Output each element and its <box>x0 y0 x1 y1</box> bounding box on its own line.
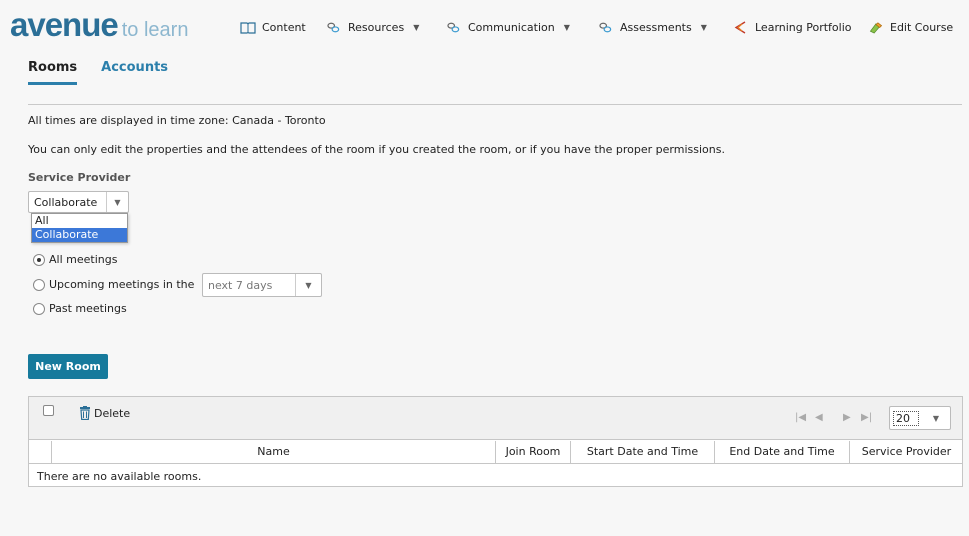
permissions-note: You can only edit the properties and the… <box>28 143 725 156</box>
filter-upcoming[interactable]: Upcoming meetings in the <box>33 278 194 291</box>
nav-assessments[interactable]: Assessments ▼ <box>598 21 707 34</box>
delete-button[interactable]: Delete <box>79 406 130 420</box>
chain-link-icon <box>599 22 612 33</box>
dropdown-option-collaborate[interactable]: Collaborate <box>32 228 127 242</box>
empty-rooms-message: There are no available rooms. <box>37 470 202 483</box>
nav-resources-label: Resources <box>348 21 405 34</box>
logo-main-text: avenue <box>10 6 119 43</box>
filter-all-meetings-label: All meetings <box>49 253 118 266</box>
nav-assessments-label: Assessments <box>620 21 692 34</box>
nav-edit-course[interactable]: Edit Course <box>868 21 953 34</box>
logo-sub-text: to learn <box>121 19 189 41</box>
column-header-start-date[interactable]: Start Date and Time <box>570 441 714 463</box>
avenue-logo[interactable]: avenue to learn <box>10 6 188 44</box>
nav-learning-portfolio[interactable]: Learning Portfolio <box>733 21 852 34</box>
previous-page-icon[interactable]: ◀ <box>815 412 823 423</box>
tab-accounts[interactable]: Accounts <box>101 60 168 85</box>
select-all-checkbox[interactable] <box>43 405 54 416</box>
chevron-down-icon: ▼ <box>295 274 321 296</box>
radio-button[interactable] <box>33 302 45 315</box>
trash-icon <box>80 406 90 420</box>
last-page-icon[interactable]: ▶| <box>861 412 872 423</box>
grid-header-select <box>29 441 51 463</box>
tab-rooms[interactable]: Rooms <box>28 60 78 85</box>
column-header-service-provider[interactable]: Service Provider <box>849 441 963 463</box>
column-header-end-date[interactable]: End Date and Time <box>714 441 849 463</box>
nav-learning-portfolio-label: Learning Portfolio <box>755 21 852 34</box>
page-size-value: 20 <box>893 410 919 426</box>
service-provider-select[interactable]: Collaborate ▼ <box>28 191 129 213</box>
nav-communication[interactable]: Communication ▼ <box>446 21 570 34</box>
chain-link-icon <box>447 22 460 33</box>
upcoming-range-value: next 7 days <box>208 278 273 292</box>
chain-link-icon <box>327 22 340 33</box>
filter-all-meetings[interactable]: All meetings <box>33 253 117 266</box>
chevron-down-icon: ▼ <box>932 413 940 423</box>
tab-bar: Rooms Accounts <box>28 60 168 85</box>
next-page-icon[interactable]: ▶ <box>843 412 851 423</box>
chevron-down-icon: ▼ <box>700 23 707 32</box>
chevron-down-icon: ▼ <box>563 23 570 32</box>
new-room-button[interactable]: New Room <box>28 354 108 379</box>
filter-past[interactable]: Past meetings <box>33 302 127 315</box>
first-page-icon[interactable]: |◀ <box>795 412 806 423</box>
book-icon <box>240 22 256 34</box>
grid-toolbar: Delete |◀ ◀ ▶ ▶| 20 ▼ <box>29 397 962 440</box>
top-navbar: avenue to learn Content Resources ▼ Commun… <box>0 0 969 56</box>
rooms-grid: Delete |◀ ◀ ▶ ▶| 20 ▼ Name Join Room Sta… <box>28 396 963 487</box>
nav-communication-label: Communication <box>468 21 555 34</box>
service-provider-value: Collaborate <box>34 195 98 209</box>
nav-content[interactable]: Content <box>240 21 306 34</box>
column-header-join-room[interactable]: Join Room <box>495 441 570 463</box>
delete-label: Delete <box>94 406 131 420</box>
nav-content-label: Content <box>262 21 306 34</box>
radio-button-selected[interactable] <box>33 253 45 266</box>
page-size-select[interactable]: 20 ▼ <box>889 406 951 430</box>
service-provider-dropdown-list: All Collaborate <box>31 213 128 243</box>
filter-upcoming-label: Upcoming meetings in the <box>49 278 195 291</box>
nav-edit-course-label: Edit Course <box>890 21 954 34</box>
chevron-down-icon: ▼ <box>413 23 420 32</box>
nav-resources[interactable]: Resources ▼ <box>326 21 419 34</box>
upcoming-range-select[interactable]: next 7 days ▼ <box>202 273 322 297</box>
timezone-note: All times are displayed in time zone: Ca… <box>28 114 326 127</box>
chevron-down-icon: ▼ <box>106 192 128 212</box>
tabs-divider <box>28 104 962 105</box>
dropdown-option-all[interactable]: All <box>32 214 127 228</box>
radio-button[interactable] <box>33 278 45 291</box>
filter-past-label: Past meetings <box>49 302 127 315</box>
column-header-name[interactable]: Name <box>51 441 495 463</box>
service-provider-label: Service Provider <box>28 171 131 184</box>
portfolio-icon <box>734 21 746 34</box>
edit-course-icon <box>869 22 883 34</box>
